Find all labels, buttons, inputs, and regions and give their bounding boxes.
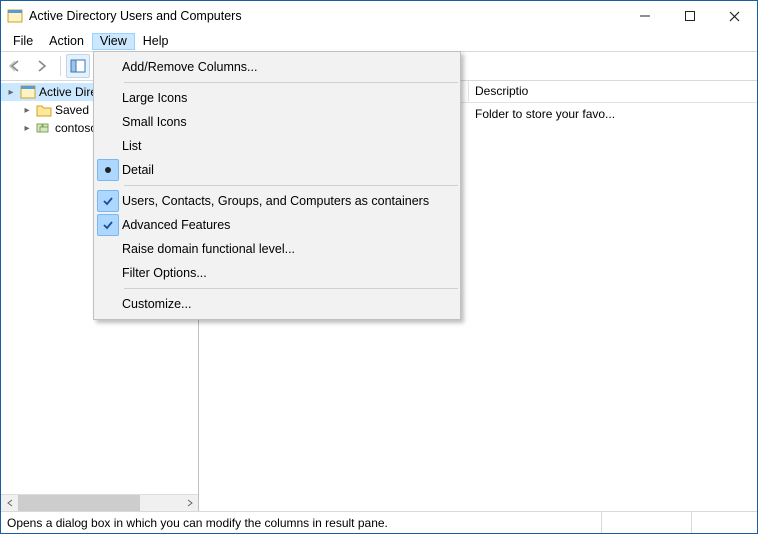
menu-item-label: Large Icons	[122, 91, 187, 105]
domain-icon	[36, 120, 52, 136]
menu-item[interactable]: Filter Options...	[94, 261, 460, 285]
menu-item-label: Advanced Features	[122, 218, 230, 232]
minimize-button[interactable]	[622, 1, 667, 31]
back-button[interactable]	[5, 54, 29, 78]
menu-item[interactable]: Customize...	[94, 292, 460, 316]
app-icon	[7, 8, 23, 24]
menu-item-label: List	[122, 139, 141, 153]
scroll-track[interactable]	[18, 495, 181, 512]
tree-item-label: contoso	[55, 121, 97, 135]
menu-item-label: Small Icons	[122, 115, 187, 129]
chevron-right-icon[interactable]: ▸	[21, 105, 33, 116]
menu-separator	[124, 82, 458, 83]
menu-gutter	[94, 261, 122, 285]
menu-item[interactable]: Advanced Features	[94, 213, 460, 237]
status-cell	[601, 512, 691, 533]
window-controls	[622, 1, 757, 31]
column-description[interactable]: Descriptio	[469, 81, 757, 102]
menu-separator	[124, 185, 458, 186]
menu-item[interactable]: Raise domain functional level...	[94, 237, 460, 261]
status-bar: Opens a dialog box in which you can modi…	[1, 511, 757, 533]
menu-view[interactable]: View	[92, 33, 135, 50]
view-menu-dropdown: Add/Remove Columns... Large Icons Small Ic…	[93, 51, 461, 320]
close-button[interactable]	[712, 1, 757, 31]
menu-gutter	[94, 134, 122, 158]
folder-icon	[36, 102, 52, 118]
menu-item-label: Detail	[122, 163, 154, 177]
menu-item[interactable]: Large Icons	[94, 86, 460, 110]
menu-bar: File Action View Help	[1, 31, 757, 51]
title-bar: Active Directory Users and Computers	[1, 1, 757, 31]
radio-indicator-icon	[97, 159, 119, 181]
status-cell	[691, 512, 751, 533]
toolbar-separator	[60, 56, 61, 76]
tree-horizontal-scrollbar[interactable]	[1, 494, 198, 511]
menu-item-label: Customize...	[122, 297, 191, 311]
menu-file[interactable]: File	[5, 33, 41, 50]
menu-item[interactable]: Small Icons	[94, 110, 460, 134]
menu-gutter	[94, 110, 122, 134]
status-text: Opens a dialog box in which you can modi…	[7, 516, 388, 530]
menu-action[interactable]: Action	[41, 33, 92, 50]
chevron-right-icon[interactable]: ▸	[5, 87, 17, 98]
chevron-right-icon[interactable]: ▸	[21, 123, 33, 134]
forward-button[interactable]	[31, 54, 55, 78]
window-title: Active Directory Users and Computers	[29, 9, 242, 23]
menu-help[interactable]: Help	[135, 33, 177, 50]
show-hide-tree-button[interactable]	[66, 54, 90, 78]
scroll-thumb[interactable]	[18, 495, 140, 512]
menu-separator	[124, 288, 458, 289]
menu-item-label: Add/Remove Columns...	[122, 60, 257, 74]
menu-item[interactable]: Users, Contacts, Groups, and Computers a…	[94, 189, 460, 213]
menu-item-label: Users, Contacts, Groups, and Computers a…	[122, 194, 429, 208]
maximize-button[interactable]	[667, 1, 712, 31]
menu-gutter	[94, 86, 122, 110]
cell-desc: Folder to store your favo...	[475, 107, 751, 121]
check-indicator-icon	[97, 214, 119, 236]
menu-item[interactable]: List	[94, 134, 460, 158]
scroll-right-button[interactable]	[181, 495, 198, 512]
check-indicator-icon	[97, 190, 119, 212]
menu-gutter	[94, 237, 122, 261]
menu-item[interactable]: Detail	[94, 158, 460, 182]
scroll-left-button[interactable]	[1, 495, 18, 512]
menu-item-label: Filter Options...	[122, 266, 207, 280]
mmc-root-icon	[20, 84, 36, 100]
menu-item-label: Raise domain functional level...	[122, 242, 295, 256]
menu-gutter	[94, 292, 122, 316]
menu-gutter	[94, 55, 122, 79]
menu-item[interactable]: Add/Remove Columns...	[94, 55, 460, 79]
